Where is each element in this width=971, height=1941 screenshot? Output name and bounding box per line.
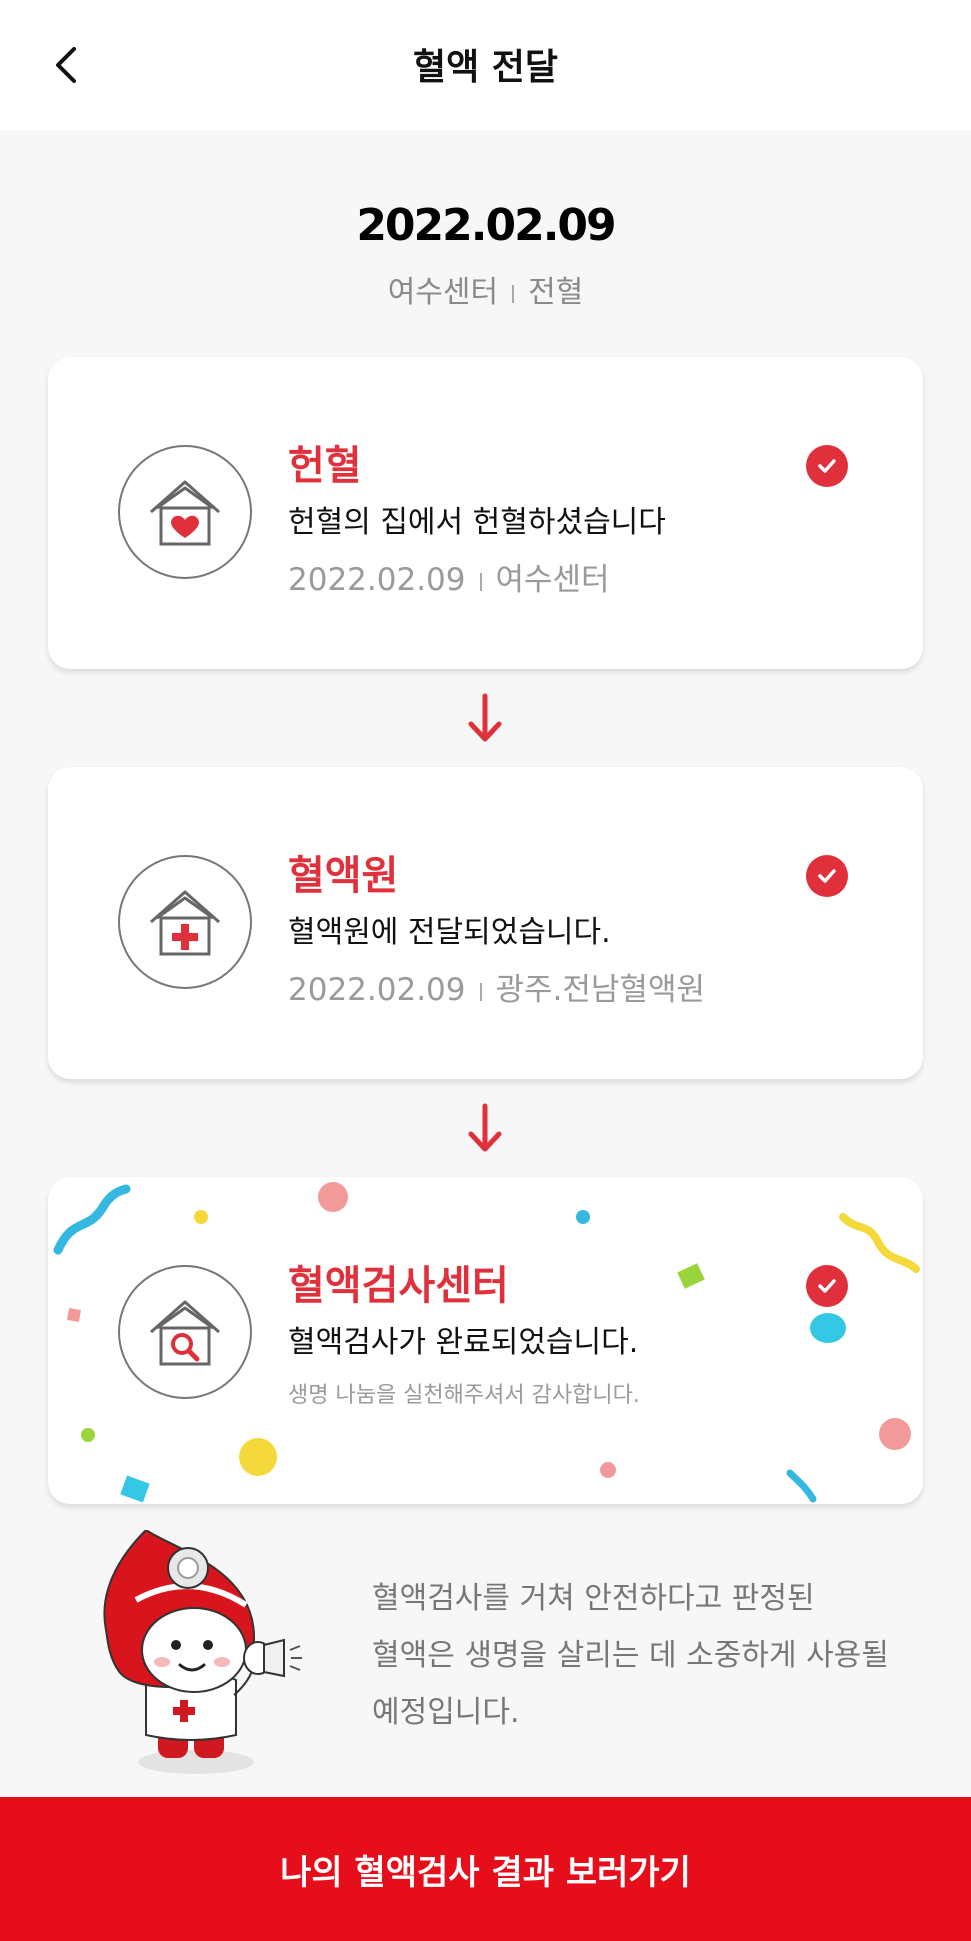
arrow-down-icon bbox=[468, 693, 502, 742]
info-line: 예정입니다. bbox=[372, 1695, 520, 1730]
blood-drop-mascot bbox=[103, 1530, 302, 1774]
info-line: 혈액은 생명을 살리는 데 소중하게 사용될 bbox=[372, 1638, 889, 1673]
info-line: 혈액검사를 거쳐 안전하다고 판정된 bbox=[372, 1581, 815, 1616]
arrow-down-icon bbox=[468, 1103, 502, 1152]
step-note: 생명 나눔을 실천해주셔서 감사합니다. bbox=[288, 1383, 640, 1408]
step-title: 혈액원 bbox=[288, 853, 399, 899]
check-icon bbox=[806, 445, 848, 487]
app-header: 혈액 전달 bbox=[0, 0, 971, 130]
donation-date: 2022.02.09 bbox=[356, 200, 616, 251]
donation-type: 전혈 bbox=[528, 275, 584, 310]
step-card-blood-center: 혈액원 혈액원에 전달되었습니다. 2022.02.09 광주.전남혈액원 bbox=[48, 767, 923, 1079]
step-icon-circle bbox=[118, 855, 252, 989]
step-title: 헌혈 bbox=[288, 443, 362, 489]
step-place: 여수센터 bbox=[495, 562, 610, 598]
donation-meta: 여수센터 전혈 bbox=[0, 267, 971, 311]
step-description: 혈액원에 전달되었습니다. bbox=[288, 915, 611, 950]
step-card-test-center: 혈액검사센터 혈액검사가 완료되었습니다. 생명 나눔을 실천해주셔서 감사합니… bbox=[48, 1177, 923, 1504]
step-meta: 2022.02.09 광주.전남혈액원 bbox=[288, 964, 705, 1009]
step-place: 광주.전남혈액원 bbox=[495, 972, 706, 1008]
separator bbox=[479, 982, 482, 1001]
step-description: 헌혈의 집에서 헌혈하셨습니다 bbox=[288, 505, 666, 540]
house-heart-icon bbox=[150, 480, 220, 546]
step-description: 혈액검사가 완료되었습니다. bbox=[288, 1325, 639, 1360]
step-icon-circle bbox=[118, 445, 252, 579]
house-cross-icon bbox=[150, 890, 220, 956]
step-meta: 2022.02.09 여수센터 bbox=[288, 554, 610, 599]
view-test-results-button[interactable]: 나의 혈액검사 결과 보러가기 bbox=[0, 1797, 971, 1941]
step-icon-circle bbox=[118, 1265, 252, 1399]
check-icon bbox=[806, 855, 848, 897]
step-date: 2022.02.09 bbox=[288, 972, 466, 1008]
step-title: 혈액검사센터 bbox=[288, 1263, 509, 1309]
separator bbox=[479, 572, 482, 591]
check-icon bbox=[806, 1265, 848, 1307]
page-title: 혈액 전달 bbox=[412, 47, 558, 88]
separator bbox=[512, 284, 515, 303]
house-magnifier-icon bbox=[150, 1300, 220, 1366]
step-card-donation: 헌혈 헌혈의 집에서 헌혈하셨습니다 2022.02.09 여수센터 bbox=[48, 357, 923, 669]
step-date: 2022.02.09 bbox=[288, 562, 466, 598]
donation-center: 여수센터 bbox=[387, 275, 499, 310]
info-message: 혈액검사를 거쳐 안전하다고 판정된 혈액은 생명을 살리는 데 소중하게 사용… bbox=[372, 1570, 932, 1741]
